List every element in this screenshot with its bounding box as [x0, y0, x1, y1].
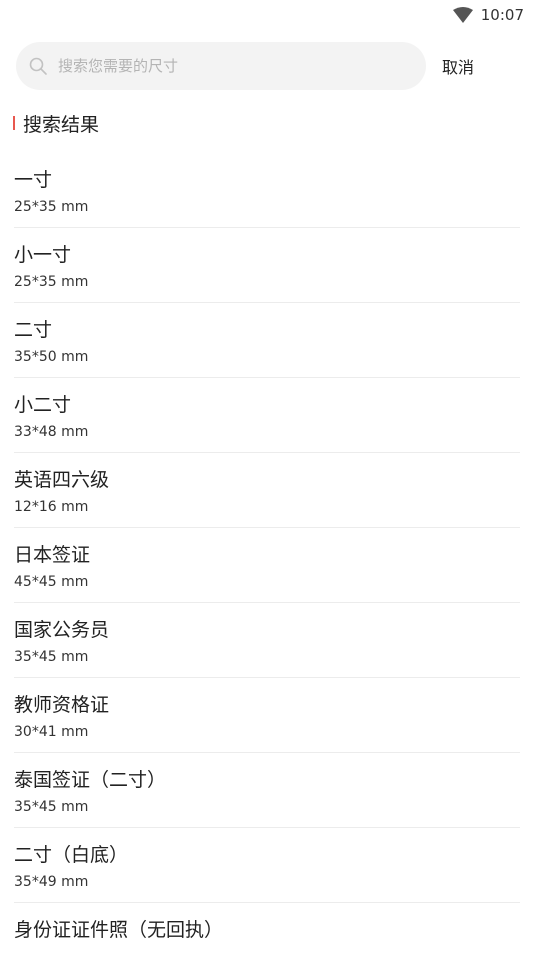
list-item[interactable]: 身份证证件照（无回执）: [14, 903, 520, 978]
result-list: 一寸 25*35 mm 小一寸 25*35 mm 二寸 35*50 mm 小二寸…: [14, 153, 520, 978]
item-size: 45*45 mm: [14, 574, 89, 590]
status-time: 10:07: [480, 6, 524, 24]
list-item[interactable]: 泰国签证（二寸） 35*45 mm: [14, 753, 520, 828]
wifi-icon: [452, 7, 473, 23]
list-item[interactable]: 小二寸 33*48 mm: [14, 378, 520, 453]
item-name: 一寸: [14, 169, 53, 191]
item-name: 教师资格证: [14, 694, 110, 716]
list-item[interactable]: 一寸 25*35 mm: [14, 153, 520, 228]
item-name: 泰国签证（二寸）: [14, 769, 167, 791]
item-name: 小一寸: [14, 244, 72, 266]
item-name: 日本签证: [14, 544, 91, 566]
item-name: 二寸: [14, 319, 53, 341]
item-size: 35*49 mm: [14, 874, 89, 890]
search-icon: [28, 56, 48, 76]
list-item[interactable]: 二寸（白底） 35*49 mm: [14, 828, 520, 903]
item-size: 25*35 mm: [14, 199, 89, 215]
list-item[interactable]: 日本签证 45*45 mm: [14, 528, 520, 603]
item-size: 35*45 mm: [14, 649, 89, 665]
list-item[interactable]: 小一寸 25*35 mm: [14, 228, 520, 303]
section-header: 搜索结果: [13, 110, 99, 136]
item-size: 35*50 mm: [14, 349, 89, 365]
section-accent-bar: [13, 116, 15, 130]
search-input[interactable]: [58, 57, 378, 75]
status-bar: 10:07: [0, 0, 534, 30]
item-name: 英语四六级: [14, 469, 110, 491]
search-row: 取消: [16, 42, 522, 90]
cancel-button[interactable]: 取消: [442, 54, 474, 78]
section-title: 搜索结果: [23, 113, 100, 136]
list-item[interactable]: 教师资格证 30*41 mm: [14, 678, 520, 753]
item-size: 33*48 mm: [14, 424, 89, 440]
search-box[interactable]: [16, 42, 426, 90]
item-size: 30*41 mm: [14, 724, 89, 740]
item-size: 35*45 mm: [14, 799, 89, 815]
list-item[interactable]: 国家公务员 35*45 mm: [14, 603, 520, 678]
list-item[interactable]: 二寸 35*50 mm: [14, 303, 520, 378]
item-size: 25*35 mm: [14, 274, 89, 290]
item-name: 二寸（白底）: [14, 844, 129, 866]
item-name: 国家公务员: [14, 619, 110, 641]
item-name: 身份证证件照（无回执）: [14, 919, 224, 941]
item-name: 小二寸: [14, 394, 72, 416]
item-size: 12*16 mm: [14, 499, 89, 515]
list-item[interactable]: 英语四六级 12*16 mm: [14, 453, 520, 528]
